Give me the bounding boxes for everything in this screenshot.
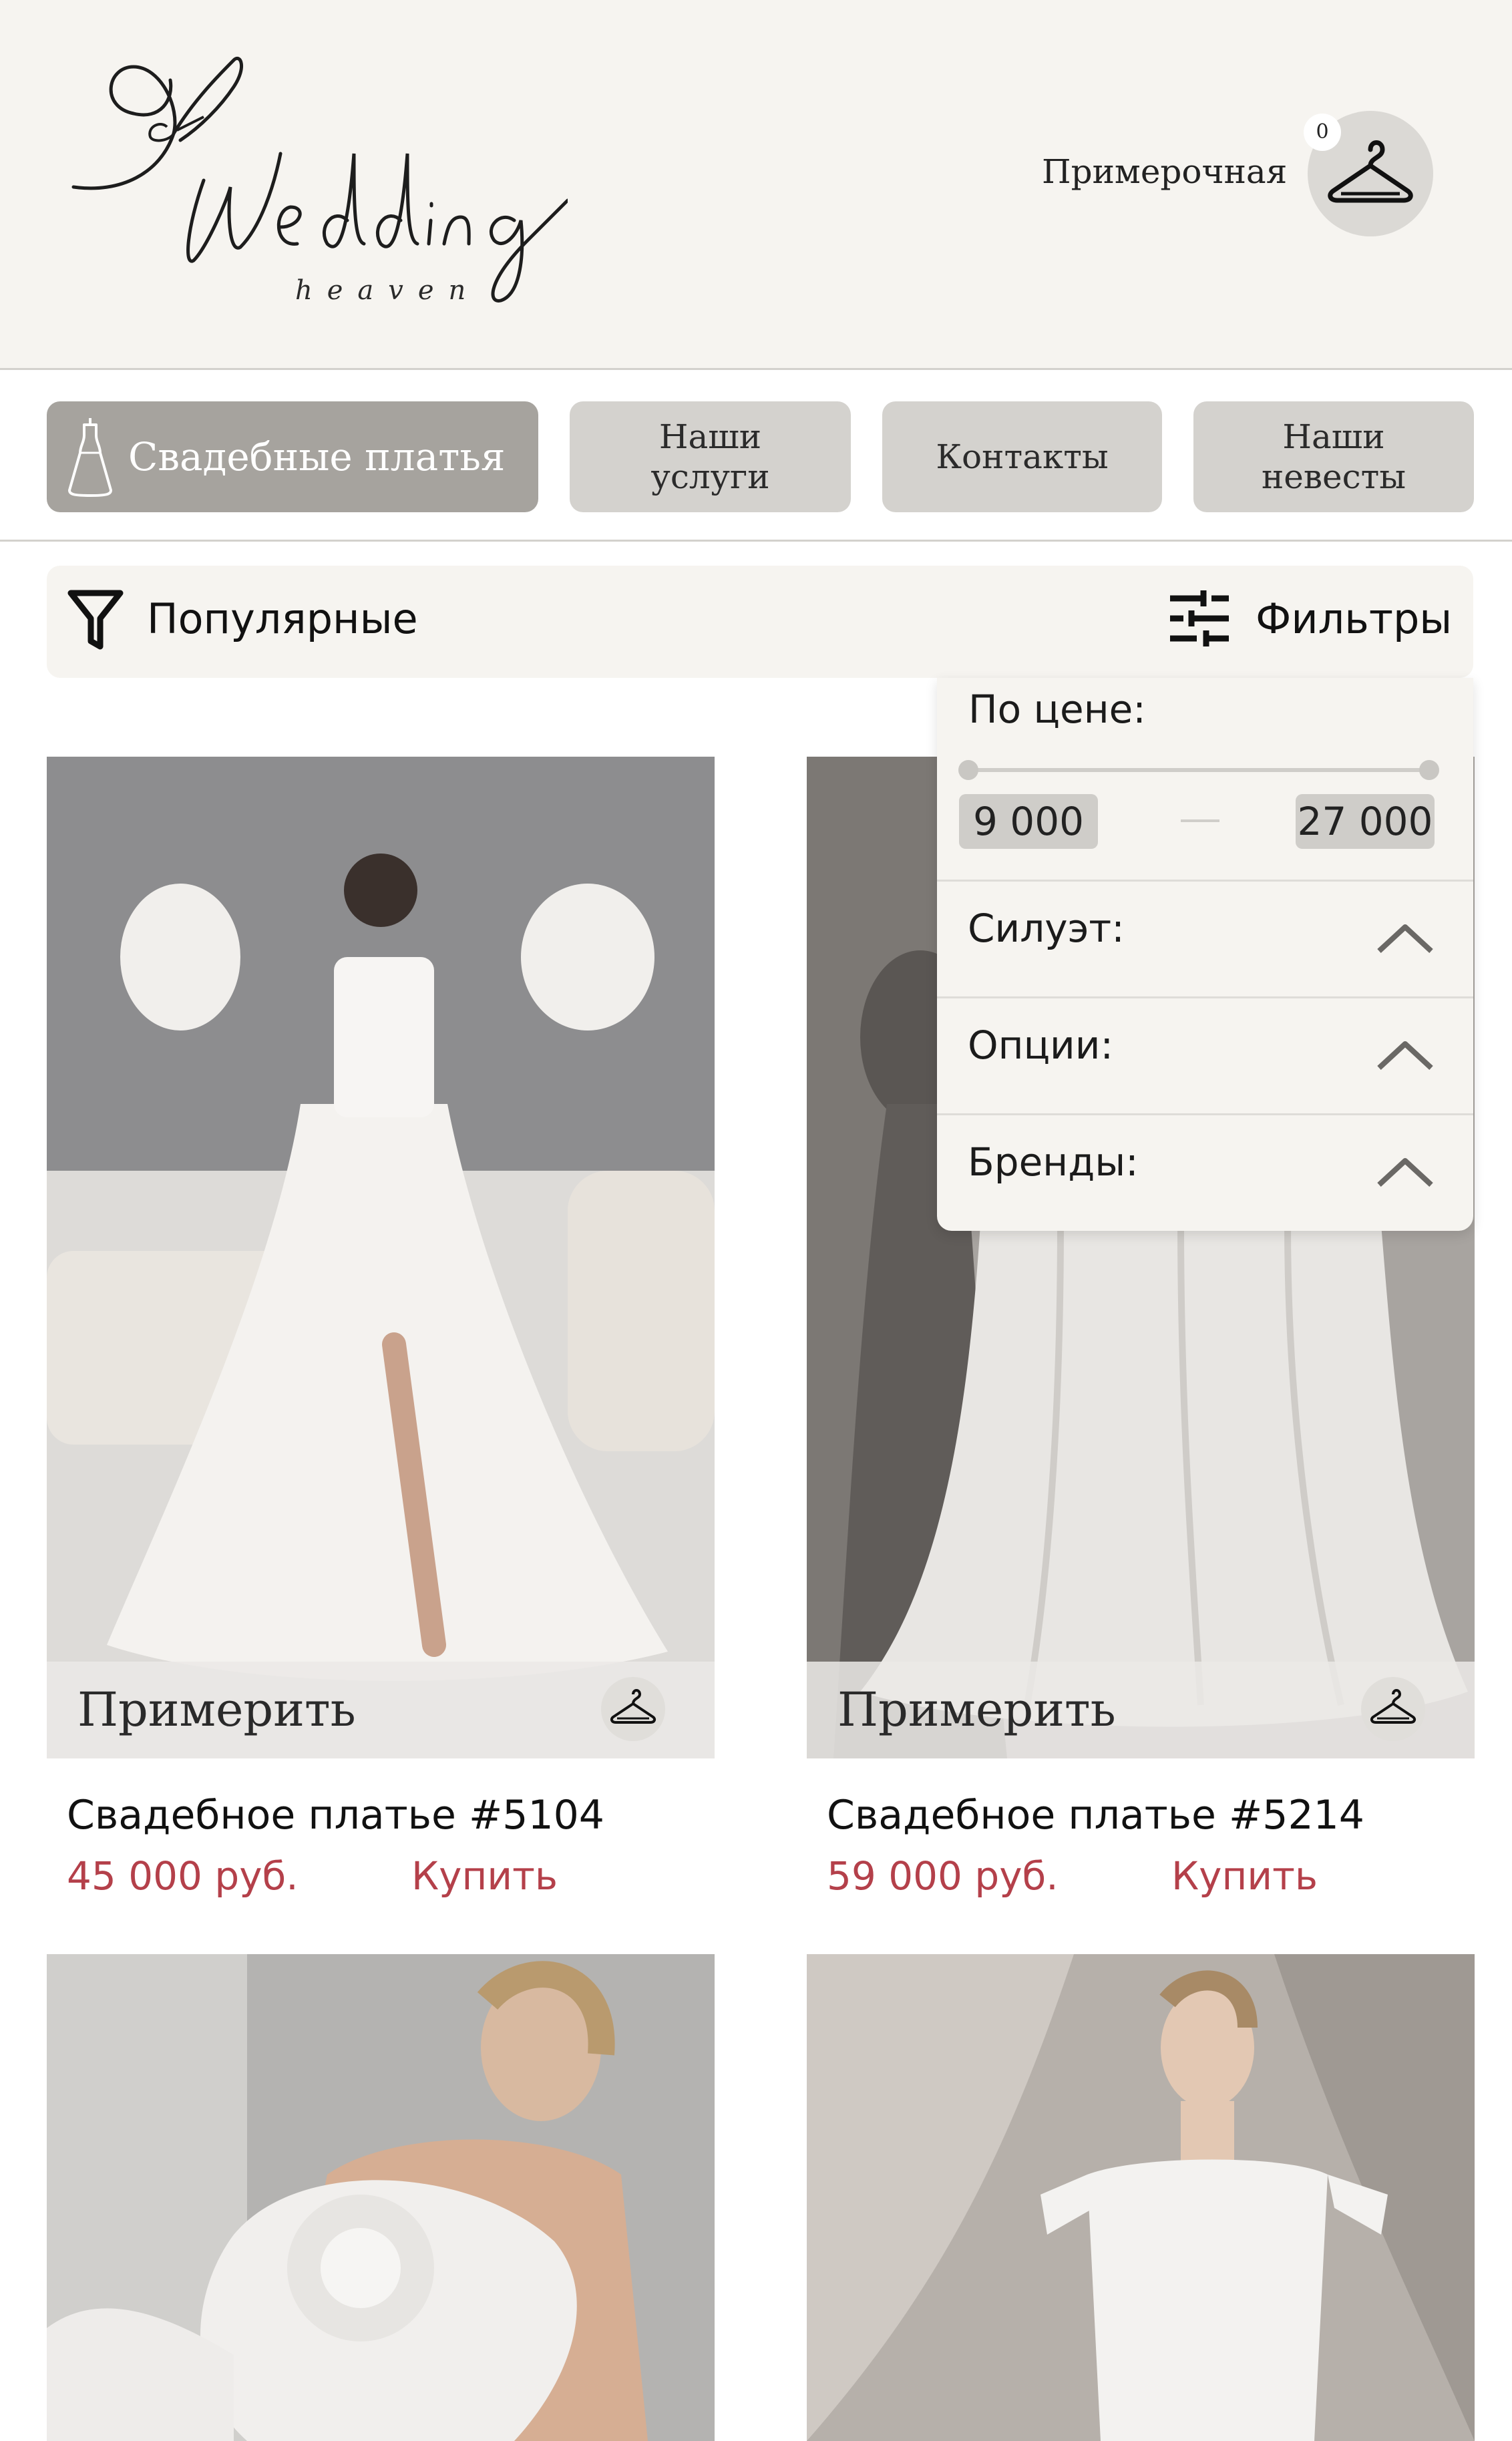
price-slider-min-handle[interactable]	[958, 760, 978, 780]
fitting-room-label[interactable]: Примерочная	[1042, 152, 1287, 191]
dress-photo	[807, 1954, 1475, 2441]
dress-photo	[47, 1954, 715, 2441]
chevron-up-icon	[1377, 1041, 1433, 1070]
funnel-icon[interactable]	[67, 588, 124, 652]
wedding-heaven-logo[interactable]: heaven	[60, 27, 570, 321]
price-range-dash	[1181, 819, 1219, 822]
nav-label: Наши услуги	[650, 417, 770, 496]
filter-section-label: Силуэт:	[968, 906, 1125, 951]
price-slider-track[interactable]	[967, 768, 1428, 772]
filter-section-options[interactable]: Опции:	[937, 998, 1473, 1113]
nav-our-brides[interactable]: Наши невесты	[1193, 401, 1474, 512]
nav-wedding-dresses[interactable]: Свадебные платья	[47, 401, 538, 512]
nav-contacts[interactable]: Контакты	[882, 401, 1162, 512]
try-on-hanger-button[interactable]	[601, 1677, 665, 1741]
fitting-room-count-badge: 0	[1304, 114, 1341, 151]
chevron-up-icon	[1377, 924, 1433, 953]
dress-icon	[68, 418, 112, 497]
product-image[interactable]	[47, 1954, 715, 2441]
dress-photo	[47, 757, 715, 1758]
logo-subtitle: heaven	[295, 275, 481, 306]
nav-label: Наши невесты	[1261, 417, 1406, 496]
try-on-label[interactable]: Примерить	[837, 1682, 1116, 1737]
price-min-input[interactable]: 9 000	[959, 794, 1098, 849]
chevron-up-icon	[1377, 1158, 1433, 1187]
filters-button[interactable]: Фильтры	[1256, 594, 1452, 643]
nav-our-services[interactable]: Наши услуги	[570, 401, 851, 512]
sliders-filter-icon[interactable]	[1167, 588, 1232, 649]
hanger-icon	[610, 1689, 656, 1724]
hanger-icon	[1370, 1689, 1416, 1724]
nav-label: Свадебные платья	[128, 434, 506, 480]
product-image-5104[interactable]: Примерить	[47, 757, 715, 1758]
filter-section-silhouette[interactable]: Силуэт:	[937, 882, 1473, 996]
price-max-input[interactable]: 27 000	[1296, 794, 1435, 849]
try-on-hanger-button[interactable]	[1361, 1677, 1425, 1741]
product-image[interactable]	[807, 1954, 1475, 2441]
filter-section-label: Бренды:	[968, 1139, 1139, 1185]
buy-link[interactable]: Купить	[1171, 1853, 1318, 1899]
price-filter-label: По цене:	[968, 687, 1146, 732]
filter-section-brands[interactable]: Бренды:	[937, 1115, 1473, 1230]
price-slider-max-handle[interactable]	[1419, 760, 1439, 780]
product-title[interactable]: Свадебное платье #5104	[67, 1792, 604, 1839]
product-title[interactable]: Свадебное платье #5214	[827, 1792, 1364, 1839]
buy-link[interactable]: Купить	[411, 1853, 558, 1899]
product-price: 59 000 руб.	[827, 1853, 1059, 1899]
sort-popular-button[interactable]: Популярные	[147, 594, 418, 643]
try-on-label[interactable]: Примерить	[77, 1682, 356, 1737]
nav-label: Контакты	[936, 437, 1109, 476]
product-price: 45 000 руб.	[67, 1853, 299, 1899]
filter-section-label: Опции:	[968, 1022, 1113, 1068]
